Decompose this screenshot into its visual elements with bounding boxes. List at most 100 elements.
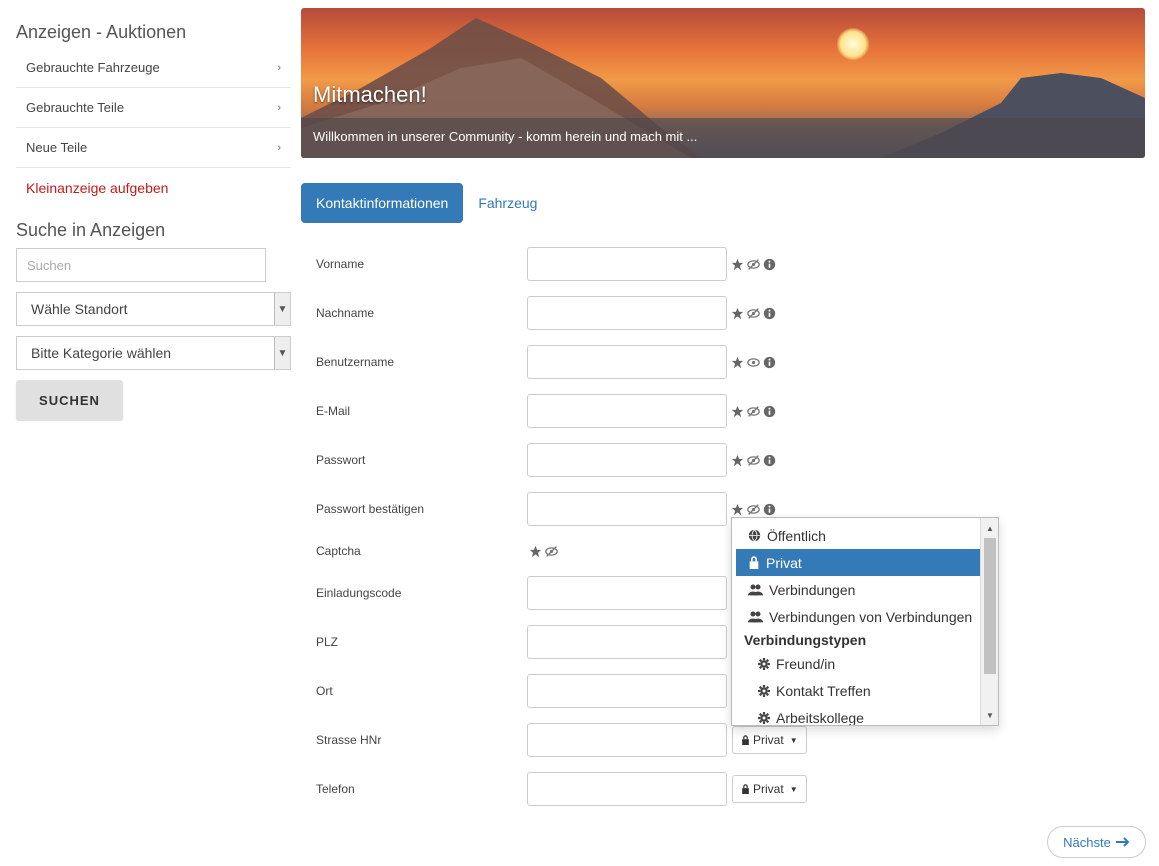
next-button-label: Nächste bbox=[1063, 834, 1111, 850]
info-icon[interactable] bbox=[763, 454, 776, 467]
form-row-phone: Telefon Privat ▼ bbox=[316, 772, 807, 806]
privacy-value: Privat bbox=[753, 733, 784, 747]
dropdown-item-friend[interactable]: Freund/in bbox=[732, 650, 998, 677]
hero-banner: Mitmachen! Willkommen in unserer Communi… bbox=[301, 8, 1145, 158]
dropdown-item-label: Öffentlich bbox=[767, 527, 826, 544]
scroll-up-icon[interactable]: ▲ bbox=[981, 520, 998, 536]
search-button[interactable]: SUCHEN bbox=[16, 380, 123, 420]
field-label: Passwort bestätigen bbox=[316, 502, 425, 516]
tab-contact-info[interactable]: Kontaktinformationen bbox=[301, 183, 464, 223]
eye-slash-icon[interactable] bbox=[747, 454, 760, 467]
scrollbar-thumb[interactable] bbox=[984, 538, 996, 674]
username-field[interactable] bbox=[527, 345, 727, 379]
dropdown-item-label: Privat bbox=[766, 554, 802, 571]
star-icon bbox=[731, 405, 744, 417]
sidebar-item-used-vehicles[interactable]: Gebrauchte Fahrzeuge › bbox=[16, 48, 291, 88]
dropdown-item-contact-meeting[interactable]: Kontakt Treffen bbox=[732, 677, 998, 704]
dropdown-item-label: Verbindungen von Verbindungen bbox=[769, 608, 973, 625]
dropdown-item-connections-of-connections[interactable]: Verbindungen von Verbindungen bbox=[736, 603, 982, 630]
tab-vehicle[interactable]: Fahrzeug bbox=[463, 183, 552, 223]
privacy-dropdown-button[interactable]: Privat ▼ bbox=[732, 775, 807, 803]
eye-slash-icon[interactable] bbox=[747, 503, 760, 516]
password-confirm-field[interactable] bbox=[527, 492, 727, 526]
field-label: Benutzername bbox=[316, 355, 395, 369]
eye-slash-icon[interactable] bbox=[747, 405, 760, 418]
users-icon bbox=[748, 584, 763, 596]
form-row-zip: PLZ bbox=[316, 625, 727, 659]
star-icon bbox=[731, 356, 744, 368]
field-label: Nachname bbox=[316, 306, 375, 320]
dropdown-item-public[interactable]: Öffentlich bbox=[736, 522, 982, 549]
field-label: E-Mail bbox=[316, 404, 351, 418]
dropdown-scrollbar[interactable]: ▲ ▼ bbox=[980, 518, 998, 725]
form-row-city: Ort bbox=[316, 674, 727, 708]
sidebar-item-label: Neue Teile bbox=[26, 140, 88, 155]
search-input[interactable] bbox=[16, 248, 266, 282]
field-label: Ort bbox=[316, 684, 333, 698]
info-icon[interactable] bbox=[763, 307, 776, 320]
form-row-username: Benutzername bbox=[316, 345, 776, 379]
dropdown-item-label: Verbindungen bbox=[769, 581, 856, 598]
chevron-right-icon: › bbox=[277, 141, 281, 154]
gear-icon bbox=[758, 657, 770, 670]
form-row-captcha: Captcha bbox=[316, 534, 558, 568]
privacy-dropdown-menu: Öffentlich Privat Verbindungen Verbindun… bbox=[731, 517, 999, 726]
next-button[interactable]: Nächste bbox=[1047, 826, 1146, 858]
field-label: Captcha bbox=[316, 544, 361, 558]
chevron-down-icon: ▼ bbox=[274, 293, 290, 325]
users-icon bbox=[748, 611, 763, 623]
lock-icon bbox=[742, 735, 749, 745]
sidebar-item-label: Gebrauchte Fahrzeuge bbox=[26, 60, 160, 75]
scroll-down-icon[interactable]: ▼ bbox=[981, 707, 998, 723]
info-icon[interactable] bbox=[763, 405, 776, 418]
dropdown-item-connections[interactable]: Verbindungen bbox=[736, 576, 982, 603]
category-select[interactable]: Bitte Kategorie wählen ▼ bbox=[16, 336, 291, 370]
field-label: Einladungscode bbox=[316, 586, 402, 600]
info-icon[interactable] bbox=[763, 356, 776, 369]
gear-icon bbox=[758, 684, 770, 697]
eye-icon[interactable] bbox=[747, 356, 760, 369]
privacy-value: Privat bbox=[753, 782, 784, 796]
form-row-password: Passwort bbox=[316, 443, 776, 477]
dropdown-item-label: Freund/in bbox=[776, 655, 836, 672]
dropdown-item-label: Kontakt Treffen bbox=[776, 682, 871, 699]
phone-field[interactable] bbox=[527, 772, 727, 806]
sidebar-item-new-parts[interactable]: Neue Teile › bbox=[16, 128, 291, 168]
sidebar: Anzeigen - Auktionen Gebrauchte Fahrzeug… bbox=[16, 20, 291, 420]
city-field[interactable] bbox=[527, 674, 727, 708]
eye-slash-icon[interactable] bbox=[747, 307, 760, 320]
eye-slash-icon[interactable] bbox=[747, 258, 760, 271]
form-row-last-name: Nachname bbox=[316, 296, 776, 330]
dropdown-item-private[interactable]: Privat bbox=[736, 549, 982, 576]
form-row-email: E-Mail bbox=[316, 394, 776, 428]
privacy-dropdown-button[interactable]: Privat ▼ bbox=[732, 726, 807, 754]
password-field[interactable] bbox=[527, 443, 727, 477]
sidebar-title: Anzeigen - Auktionen bbox=[16, 22, 187, 42]
location-select[interactable]: Wähle Standort ▼ bbox=[16, 292, 291, 326]
sidebar-item-used-parts[interactable]: Gebrauchte Teile › bbox=[16, 88, 291, 128]
zip-field[interactable] bbox=[527, 625, 727, 659]
field-label: Strasse HNr bbox=[316, 733, 382, 747]
dropdown-item-coworker[interactable]: Arbeitskollege bbox=[732, 704, 998, 725]
dropdown-group-header: Verbindungstypen bbox=[744, 632, 867, 648]
chevron-down-icon: ▼ bbox=[274, 337, 290, 369]
banner-subtitle: Willkommen in unserer Community - komm h… bbox=[301, 118, 1145, 158]
email-field[interactable] bbox=[527, 394, 727, 428]
last-name-field[interactable] bbox=[527, 296, 727, 330]
search-title: Suche in Anzeigen bbox=[16, 220, 166, 240]
invite-code-field[interactable] bbox=[527, 576, 727, 610]
first-name-field[interactable] bbox=[527, 247, 727, 281]
post-ad-link[interactable]: Kleinanzeige aufgeben bbox=[16, 168, 291, 208]
info-icon[interactable] bbox=[763, 258, 776, 271]
info-icon[interactable] bbox=[763, 503, 776, 516]
street-field[interactable] bbox=[527, 723, 727, 757]
globe-icon bbox=[748, 529, 761, 542]
chevron-right-icon: › bbox=[277, 61, 281, 74]
sidebar-nav: Gebrauchte Fahrzeuge › Gebrauchte Teile … bbox=[16, 48, 291, 168]
form-row-password-confirm: Passwort bestätigen bbox=[316, 492, 776, 526]
sidebar-item-label: Gebrauchte Teile bbox=[26, 100, 125, 115]
eye-slash-icon[interactable] bbox=[545, 545, 558, 558]
chevron-right-icon: › bbox=[277, 101, 281, 114]
lock-icon bbox=[742, 784, 749, 794]
field-label: PLZ bbox=[316, 635, 339, 649]
